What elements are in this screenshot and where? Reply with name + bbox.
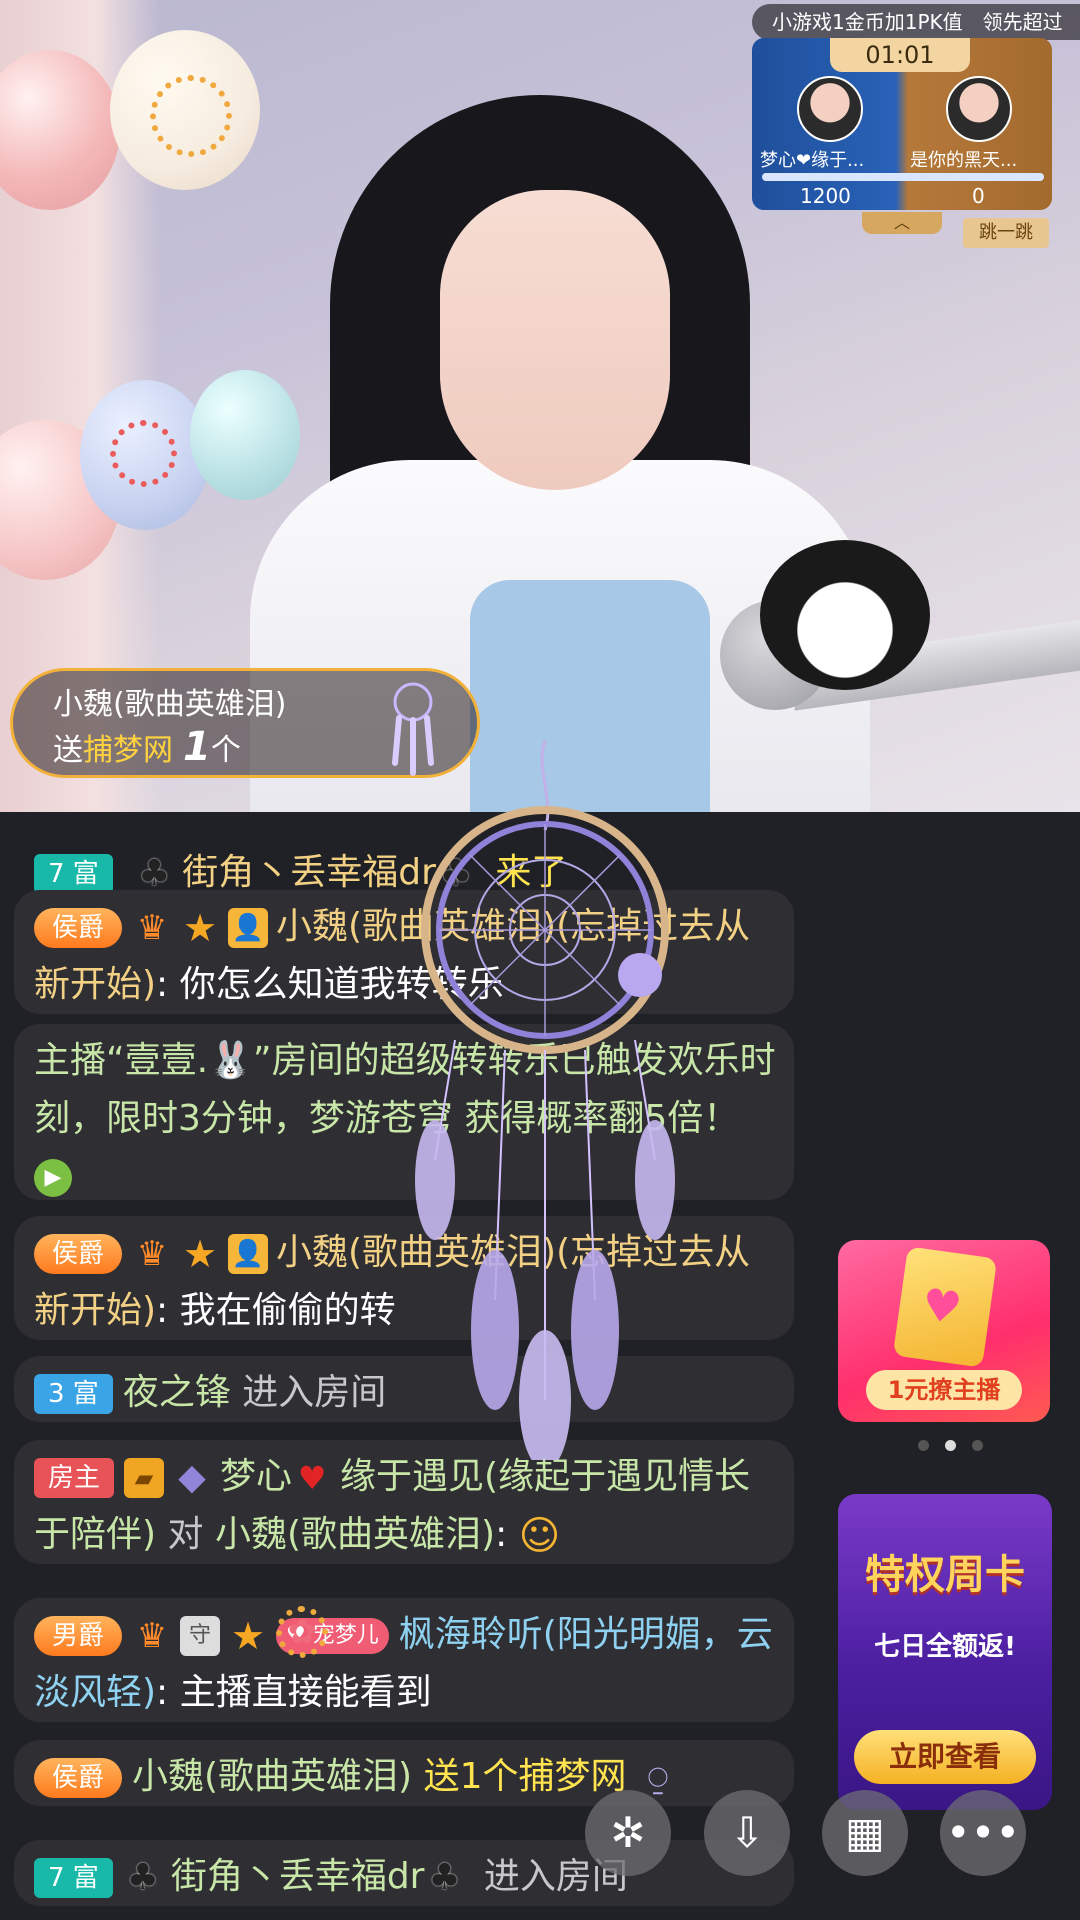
balloon-flower-decoration xyxy=(150,75,232,157)
star-level-icon: ★ xyxy=(230,1614,266,1658)
user-card-icon: 👤 xyxy=(228,908,269,948)
carousel-dot-active xyxy=(945,1440,956,1451)
play-icon[interactable]: ▶ xyxy=(34,1159,72,1197)
rank-badge: 侯爵 xyxy=(34,1234,123,1274)
crown-icon: ♛ xyxy=(136,1234,168,1274)
rank-badge: 侯爵 xyxy=(34,908,123,948)
carousel-dot xyxy=(918,1440,929,1451)
view-now-button[interactable]: 立即查看 xyxy=(854,1730,1036,1784)
carousel-dot xyxy=(972,1440,983,1451)
chat-action: 来了 xyxy=(495,852,568,893)
club-icon: ♣ xyxy=(126,1857,159,1898)
streamer-top xyxy=(470,580,710,812)
rank-badge: 男爵 xyxy=(34,1616,123,1656)
download-icon[interactable]: ⇩ xyxy=(704,1790,790,1876)
star-level-icon: ★ xyxy=(182,906,218,950)
wealth-badge: 7 富 xyxy=(34,854,113,894)
grid-icon[interactable]: ▦ xyxy=(822,1790,908,1876)
chat-text: 主播直接能看到 xyxy=(179,1672,432,1713)
gift-name: 捕梦网 xyxy=(83,733,173,768)
heart-icon: ♥ xyxy=(297,1459,327,1497)
guard-shield-icon: 守 xyxy=(180,1616,221,1656)
pk-progress-fill xyxy=(762,173,1044,181)
card-heart-icon: ♥ xyxy=(892,1246,998,1368)
pk-left-score: 1200 xyxy=(800,184,851,208)
chat-username[interactable]: 夜之锋 xyxy=(123,1372,231,1413)
promo-flirt-anchor[interactable]: ♥ 1元撩主播 xyxy=(838,1240,1050,1422)
pk-promo-text: 小游戏1金币加1PK值 领先超过 xyxy=(752,4,1080,40)
user-card-icon: 👤 xyxy=(228,1234,269,1274)
chat-text: 我在偷偷的转 xyxy=(179,1290,396,1331)
promo1-label: 1元撩主播 xyxy=(866,1370,1022,1410)
chat-target-username[interactable]: 小魏(歌曲英雄泪) xyxy=(215,1514,495,1555)
streamer-face xyxy=(440,190,670,490)
emoji-icon: ☺ xyxy=(518,1513,561,1559)
pk-progress-bar xyxy=(762,173,1044,181)
system-message: 主播“壹壹.🐰”房间的超级转转乐已触发欢乐时刻，限时3分钟，梦游苍穹 获得概率翻… xyxy=(14,1024,794,1200)
wealth-badge: 7 富 xyxy=(34,1858,113,1898)
pk-timer: 01:01 xyxy=(830,38,970,72)
chat-username[interactable]: 小魏(歌曲英雄泪) xyxy=(132,1756,412,1797)
gift-unit: 个 xyxy=(210,733,241,768)
chat-gift-text: 送1个捕梦网 xyxy=(423,1756,627,1797)
chat-action: 进入房间 xyxy=(242,1372,387,1413)
gold-bar-icon: ▰ xyxy=(124,1458,165,1498)
gift-send-word: 送 xyxy=(53,733,83,768)
pk-right-name: 是你的黑天... xyxy=(910,150,1018,171)
dreamcatcher-mini-icon xyxy=(392,682,434,776)
chat-message: 7 富 ♣ 街角丶丢幸福dr ♣ 进入房间 xyxy=(14,1840,794,1906)
chat-message: 侯爵 ♛ ★ 👤 小魏(歌曲英雄泪)(忘掉过去从新开始): 你怎么知道我转转乐 xyxy=(14,890,794,1014)
system-text: 主播“壹壹.🐰”房间的超级转转乐已触发欢乐时刻，限时3分钟，梦游苍穹 获得概率翻… xyxy=(34,1040,776,1139)
rank-badge: 侯爵 xyxy=(34,1758,123,1798)
chat-message: 男爵 ♛ 守 ★ ✿ ♥ 宠梦儿 枫海聆听(阳光明媚，云淡风轻): 主播直接能看到 xyxy=(14,1598,794,1722)
pk-left-avatar[interactable] xyxy=(797,76,863,142)
club-icon: ♣ xyxy=(428,1857,461,1898)
club-icon: ♣ xyxy=(138,853,171,894)
jump-button[interactable]: 跳一跳 xyxy=(963,218,1049,248)
chat-message: 3 富夜之锋 进入房间 xyxy=(14,1356,794,1422)
chat-username[interactable]: 梦心 xyxy=(220,1456,292,1497)
gem-icon: ◆ xyxy=(178,1457,206,1498)
promo-weekly-card[interactable]: 特权周卡 七日全额返! 立即查看 xyxy=(838,1494,1052,1810)
promo2-subtitle: 七日全额返! xyxy=(874,1632,1016,1662)
club-icon: ♣ xyxy=(439,853,473,894)
host-badge: 房主 xyxy=(34,1458,115,1498)
star-level-icon: ★ xyxy=(182,1232,218,1276)
gift-count: 1 xyxy=(183,724,211,770)
dreamcatcher-icon: ⍜ xyxy=(647,1758,669,1798)
chat-text: 你怎么知道我转转乐 xyxy=(179,964,504,1005)
more-icon[interactable]: ••• xyxy=(940,1790,1026,1876)
chat-message: 侯爵 小魏(歌曲英雄泪) 送1个捕梦网 ⍜ xyxy=(14,1740,794,1806)
crown-icon: ♛ xyxy=(136,908,168,948)
balloon xyxy=(190,370,300,500)
chat-to: 对 xyxy=(167,1514,204,1555)
pk-right-avatar[interactable] xyxy=(946,76,1012,142)
sparkle-icon[interactable]: ✲ xyxy=(585,1790,671,1876)
wealth-badge: 3 富 xyxy=(34,1374,113,1414)
pk-left-name: 梦心❤缘于... xyxy=(760,150,865,171)
carousel-dots xyxy=(910,1436,991,1455)
plush-toy xyxy=(760,540,930,690)
chat-username[interactable]: 街角丶丢幸福dr xyxy=(171,1856,425,1897)
chat-message: 房主 ▰ ◆ 梦心 ♥ 缘于遇见(缘起于遇见情长于陪伴) 对 小魏(歌曲英雄泪): ☺ xyxy=(14,1440,794,1564)
chat-message: 侯爵 ♛ ★ 👤 小魏(歌曲英雄泪)(忘掉过去从新开始): 我在偷偷的转 xyxy=(14,1216,794,1340)
balloon-flower-decoration xyxy=(110,420,177,487)
chat-username[interactable]: 街角丶丢幸福dr xyxy=(182,852,436,893)
crown-icon: ♛ xyxy=(136,1616,168,1656)
flower-icon: ✿ xyxy=(276,1606,329,1658)
promo2-title: 特权周卡 xyxy=(865,1552,1025,1598)
pk-right-score: 0 xyxy=(972,184,985,208)
chevron-up-icon[interactable]: ︿ xyxy=(862,212,942,234)
